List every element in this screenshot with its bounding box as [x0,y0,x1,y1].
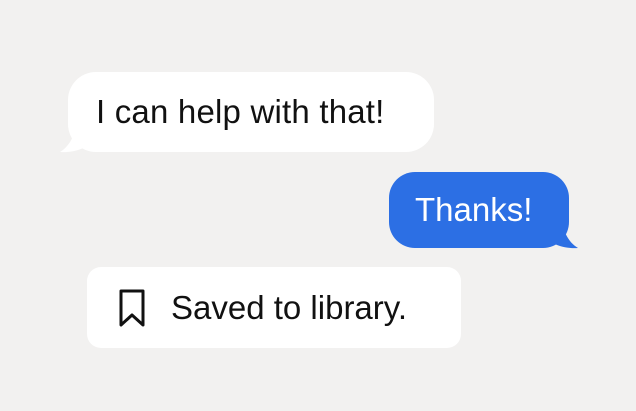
incoming-message-text: I can help with that! [96,93,385,130]
outgoing-message-text: Thanks! [415,191,533,228]
saved-notice-text: Saved to library. [171,288,407,326]
bookmark-icon [117,288,147,328]
saved-to-library-notice[interactable]: Saved to library. [87,267,461,348]
outgoing-message-bubble: Thanks! [389,172,569,248]
incoming-message-bubble: I can help with that! [68,72,434,152]
chat-thread: I can help with that! Thanks! Saved to l… [0,0,636,411]
